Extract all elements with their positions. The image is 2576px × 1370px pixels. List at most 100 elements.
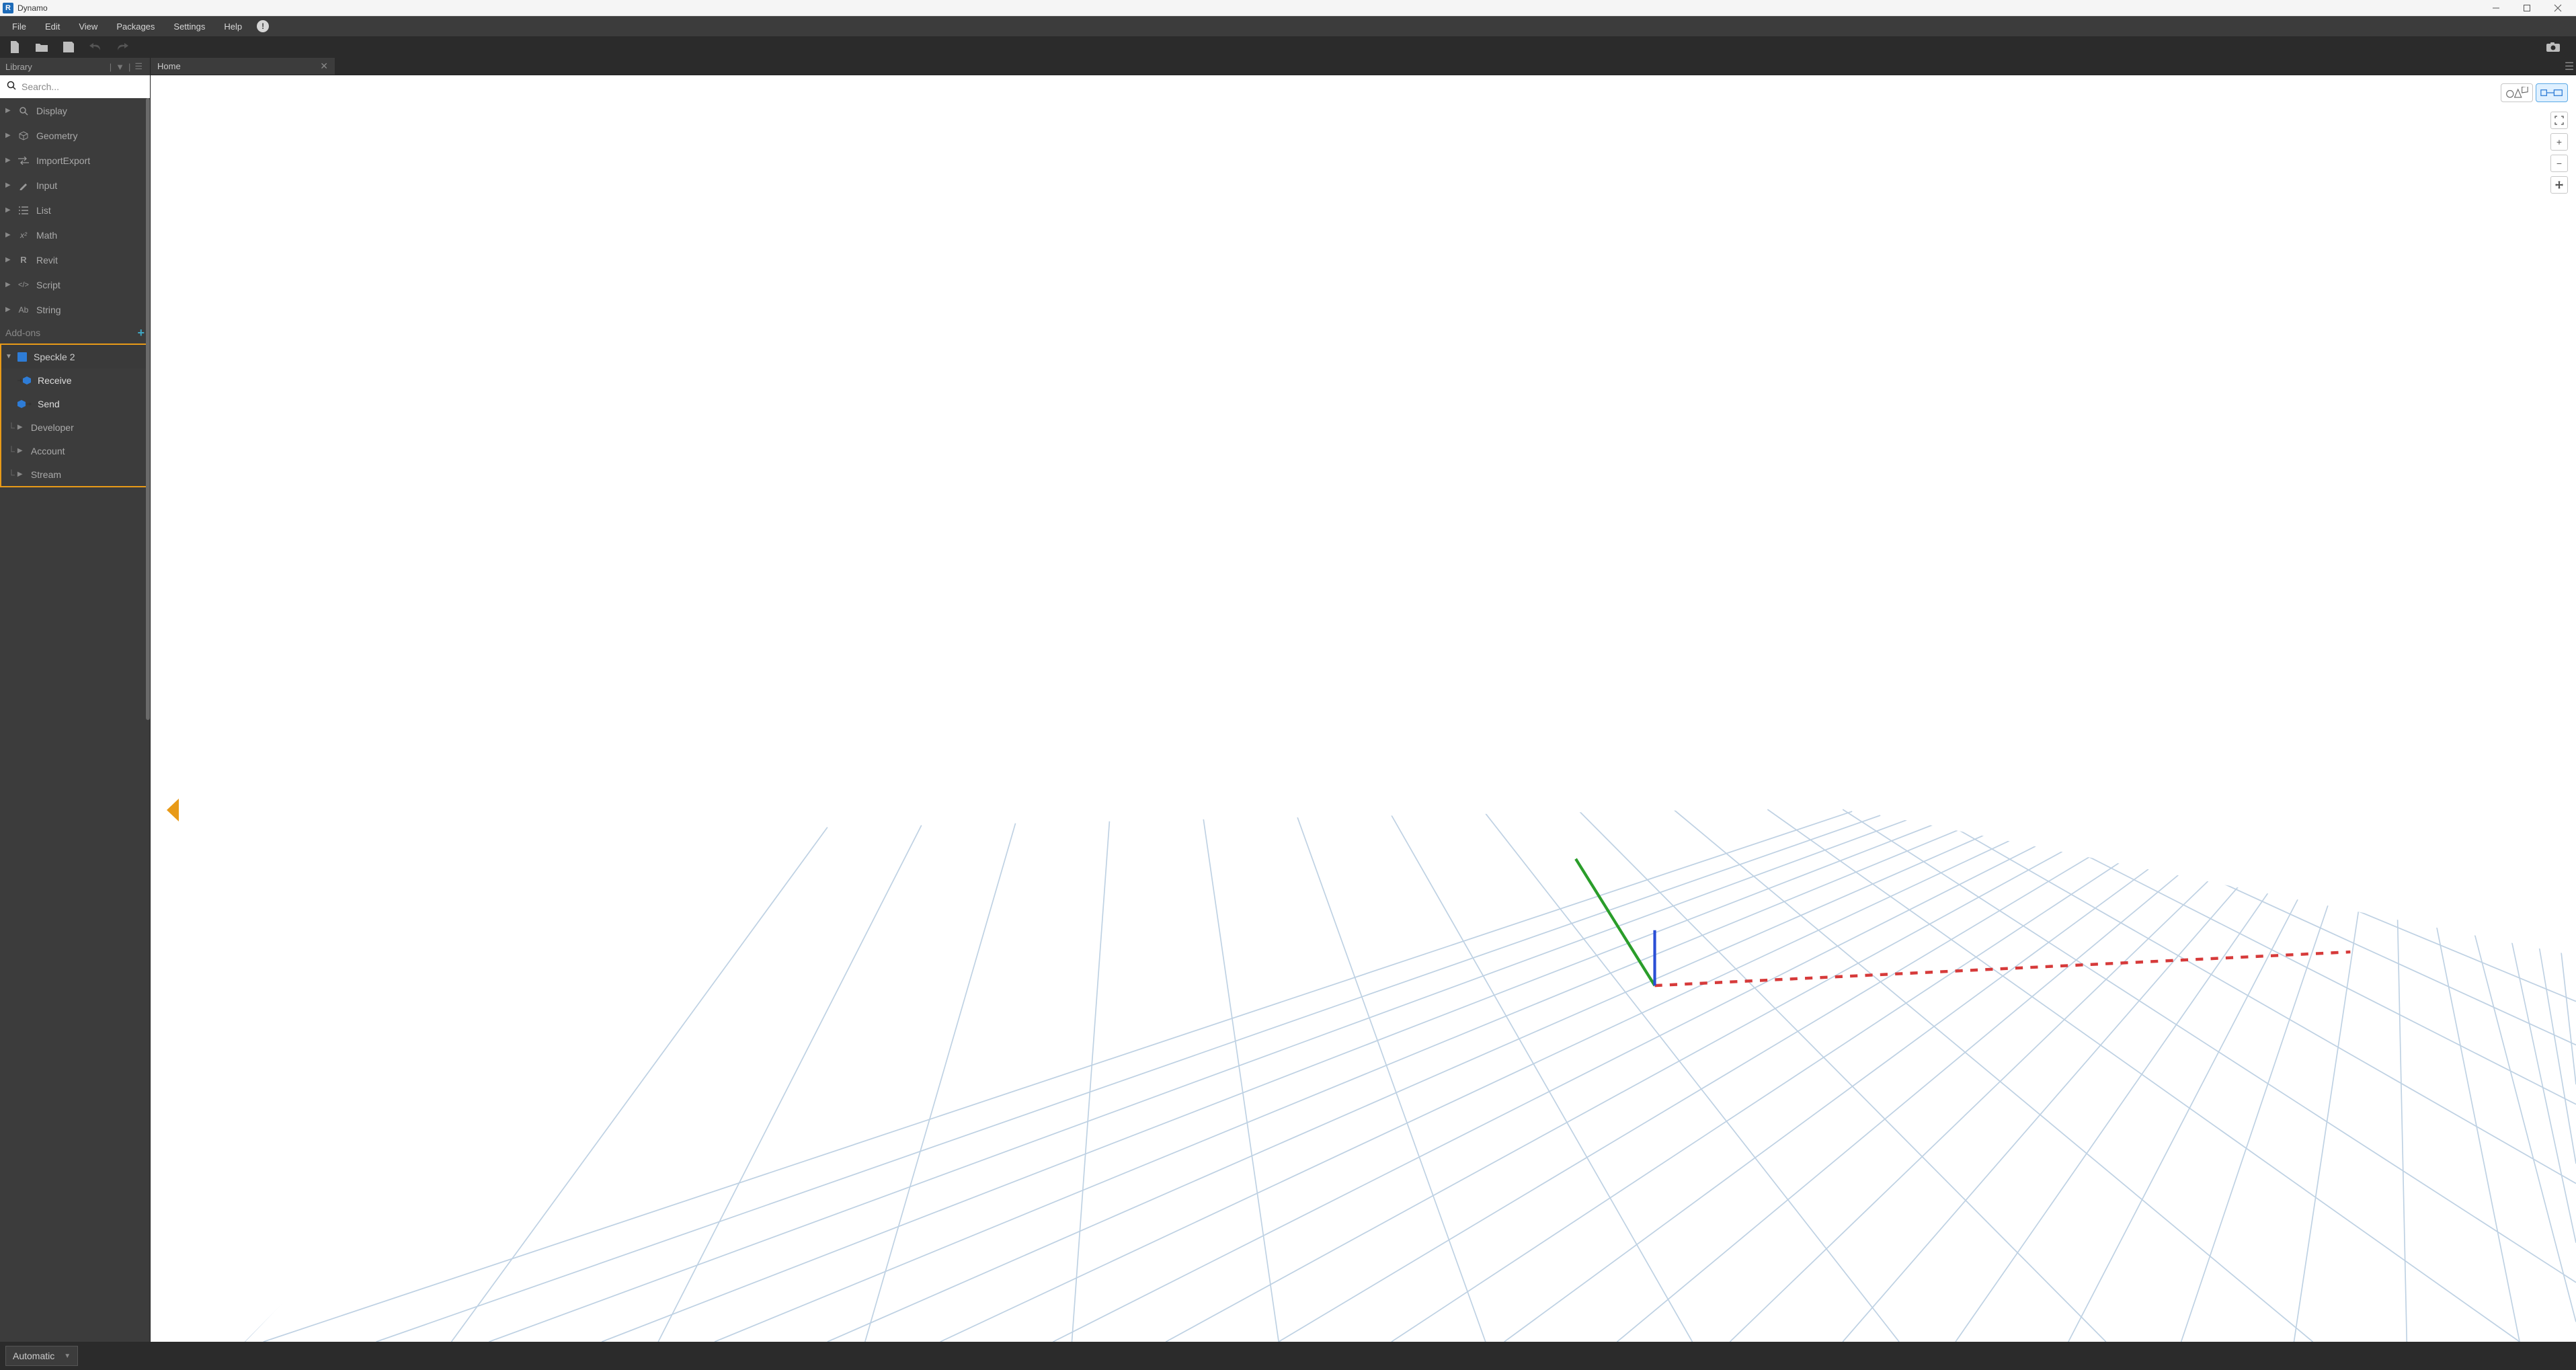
library-item-revit[interactable]: ▶ R Revit [0,247,150,272]
chevron-right-icon: ▶ [5,281,13,288]
graph-canvas[interactable]: + − [151,75,2576,1342]
swap-icon [17,157,30,165]
tab-label: Home [157,61,181,71]
pan-button[interactable] [2550,176,2568,194]
maximize-button[interactable] [2511,0,2542,16]
addon-sub-label: Stream [31,469,61,480]
close-tab-icon[interactable]: ✕ [320,61,328,72]
tab-overflow-icon[interactable]: ☰ [2563,58,2576,75]
view-3d-geometry-button[interactable] [2501,83,2533,102]
redo-button[interactable] [113,38,132,56]
camera-button[interactable] [2544,38,2563,56]
search-input[interactable] [22,81,143,92]
panel-collapse-handle[interactable] [167,799,179,821]
tab-home[interactable]: Home ✕ [151,58,335,75]
save-button[interactable] [59,38,78,56]
canvas-area: Home ✕ ☰ [151,58,2576,1342]
chevron-right-icon: ▶ [5,107,13,114]
menu-file[interactable]: File [3,17,36,36]
addon-sub-label: Account [31,446,65,456]
viewport-grid [151,75,2576,1342]
chevron-right-icon: ▶ [17,471,26,478]
caret-down-icon: ▼ [64,1353,71,1360]
tree-line-icon: └ [8,446,15,456]
package-icon [17,352,27,362]
search-icon [7,81,16,93]
run-mode-dropdown[interactable]: Automatic ▼ [5,1346,78,1366]
fit-view-button[interactable] [2550,112,2568,129]
library-list: ▶ Display ▶ Geometry ▶ ImportExport ▶ [0,98,150,1342]
search-icon [17,106,30,116]
library-list-icon[interactable]: ☰ [132,61,145,72]
addon-child-label: Receive [38,375,72,386]
library-divider-icon: | [126,62,132,72]
library-sort-icon[interactable]: ▼ [114,62,126,72]
addon-sub-account[interactable]: └ ▶ Account [1,439,149,462]
zoom-controls: + − [2550,112,2568,194]
addon-sub-stream[interactable]: └ ▶ Stream [1,462,149,486]
library-item-label: Geometry [36,130,145,141]
chevron-down-icon: ▼ [5,353,13,360]
menu-edit[interactable]: Edit [36,17,69,36]
code-icon: </> [17,281,30,289]
chevron-right-icon: ▶ [5,231,13,239]
menu-view[interactable]: View [69,17,107,36]
menu-settings[interactable]: Settings [164,17,214,36]
app-icon: R [3,3,13,13]
open-file-button[interactable] [32,38,51,56]
library-item-math[interactable]: ▶ x² Math [0,223,150,247]
cube-icon [17,131,30,140]
library-item-label: Display [36,106,145,116]
send-icon [17,398,32,410]
library-item-label: Script [36,280,145,290]
chevron-right-icon: ▶ [5,182,13,189]
library-filter-icon[interactable]: | [108,62,114,72]
addon-speckle2[interactable]: ▼ Speckle 2 [1,345,149,368]
library-item-importexport[interactable]: ▶ ImportExport [0,148,150,173]
library-scrollbar[interactable] [146,98,150,720]
menu-packages[interactable]: Packages [107,17,164,36]
statusbar: Automatic ▼ [0,1342,2576,1370]
list-icon [17,206,30,214]
minimize-button[interactable] [2481,0,2511,16]
receive-icon [17,374,32,387]
library-searchbox[interactable] [0,75,150,98]
tabbar: Home ✕ ☰ [151,58,2576,75]
close-button[interactable] [2542,0,2573,16]
addon-sub-label: Developer [31,422,74,433]
zoom-out-button[interactable]: − [2550,155,2568,172]
run-mode-label: Automatic [13,1351,54,1361]
library-item-list[interactable]: ▶ List [0,198,150,223]
tree-line-icon: └ [8,469,15,480]
menubar: File Edit View Packages Settings Help ! [0,16,2576,36]
view-toggle-group [2501,83,2568,102]
library-item-label: Math [36,230,145,241]
y-axis [1576,859,1654,985]
library-panel: Library | ▼ | ☰ ▶ Display [0,58,151,1342]
library-item-string[interactable]: ▶ Ab String [0,297,150,322]
revit-icon: R [17,255,30,265]
library-item-script[interactable]: ▶ </> Script [0,272,150,297]
chevron-right-icon: ▶ [17,447,26,454]
chevron-right-icon: ▶ [5,206,13,214]
library-item-label: Revit [36,255,145,266]
chevron-right-icon: ▶ [5,157,13,164]
addon-node-send[interactable]: Send [1,392,149,415]
view-graph-button[interactable] [2536,83,2568,102]
speckle-highlight-box: ▼ Speckle 2 Receive Send [0,344,150,487]
addon-node-receive[interactable]: Receive [1,368,149,392]
text-icon: Ab [17,305,30,315]
undo-button[interactable] [86,38,105,56]
add-package-button[interactable]: + [137,326,145,340]
addon-child-label: Send [38,399,60,409]
library-item-geometry[interactable]: ▶ Geometry [0,123,150,148]
math-icon: x² [17,231,30,240]
library-item-display[interactable]: ▶ Display [0,98,150,123]
titlebar: R Dynamo [0,0,2576,16]
zoom-in-button[interactable]: + [2550,133,2568,151]
menu-help[interactable]: Help [214,17,251,36]
info-icon[interactable]: ! [257,20,269,32]
new-file-button[interactable] [5,38,24,56]
library-item-input[interactable]: ▶ Input [0,173,150,198]
addon-sub-developer[interactable]: └ ▶ Developer [1,415,149,439]
